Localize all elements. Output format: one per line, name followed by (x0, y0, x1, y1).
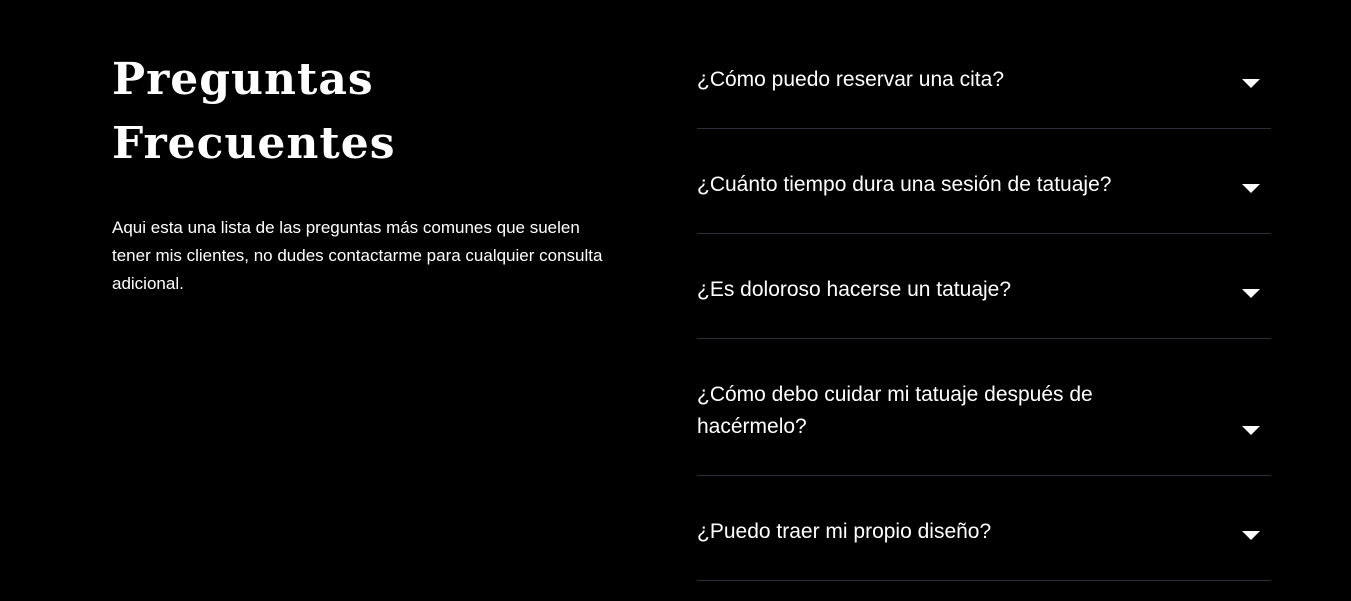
faq-question: ¿Cómo debo cuidar mi tatuaje después de … (697, 383, 1093, 438)
page-title: Preguntas Frecuentes (112, 54, 396, 169)
faq-item-propio-diseno[interactable]: ¿Puedo traer mi propio diseño? (697, 476, 1271, 581)
faq-question: ¿Cuánto tiempo dura una sesión de tatuaj… (697, 173, 1112, 196)
faq-description: Aqui esta una lista de las preguntas más… (112, 218, 603, 293)
faq-question: ¿Puedo traer mi propio diseño? (697, 520, 992, 543)
faq-item-reservar-cita[interactable]: ¿Cómo puedo reservar una cita? (697, 0, 1271, 129)
faq-intro: Preguntas Frecuentes Aqui esta una lista… (112, 48, 632, 298)
faq-item-duracion-sesion[interactable]: ¿Cuánto tiempo dura una sesión de tatuaj… (697, 129, 1271, 234)
faq-item-doloroso[interactable]: ¿Es doloroso hacerse un tatuaje? (697, 234, 1271, 339)
faq-item-cuidado-tatuaje[interactable]: ¿Cómo debo cuidar mi tatuaje después de … (697, 339, 1271, 476)
chevron-down-icon[interactable] (1242, 79, 1260, 88)
faq-question: ¿Es doloroso hacerse un tatuaje? (697, 278, 1012, 301)
chevron-down-icon[interactable] (1242, 184, 1260, 193)
chevron-down-icon[interactable] (1242, 289, 1260, 298)
chevron-down-icon[interactable] (1242, 426, 1260, 435)
chevron-down-icon[interactable] (1242, 531, 1260, 540)
faq-question: ¿Cómo puedo reservar una cita? (697, 68, 1004, 91)
faq-accordion: ¿Cómo puedo reservar una cita? ¿Cuánto t… (697, 0, 1271, 581)
